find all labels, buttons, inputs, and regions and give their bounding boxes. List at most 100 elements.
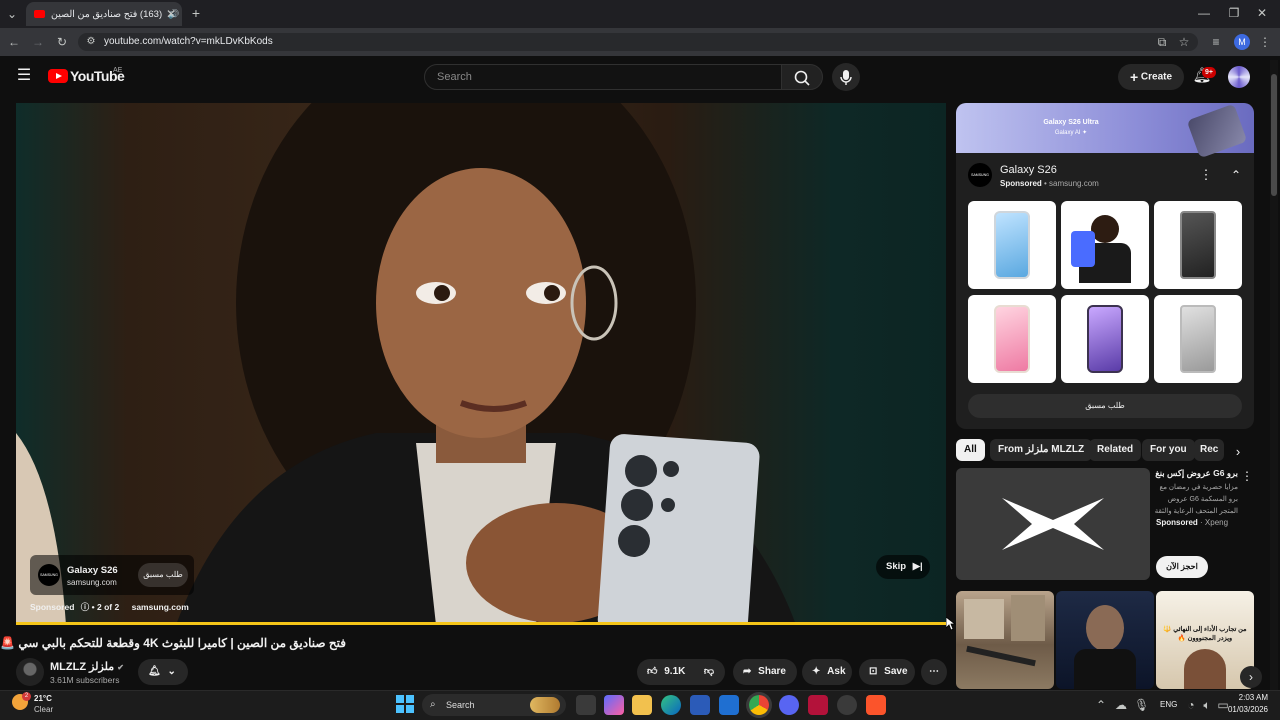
save-button[interactable]: ⊡ Save (859, 659, 915, 685)
companion-domain: • samsung.com (1044, 179, 1099, 188)
short-thumbnail[interactable] (1056, 591, 1154, 689)
channel-avatar[interactable] (16, 658, 44, 686)
copilot-icon[interactable] (604, 695, 624, 715)
browser-tab[interactable]: (163) فتح صناديق من الصين 🔊 (26, 2, 182, 26)
info-icon[interactable]: ⓘ (81, 602, 90, 612)
search-input[interactable]: Search (424, 64, 782, 90)
adobe-icon[interactable] (808, 695, 828, 715)
task-view-icon[interactable] (576, 695, 596, 715)
ad-sponsored-label: Sponsored (30, 602, 75, 612)
clock-time[interactable]: 2:03 AM (1226, 693, 1268, 702)
chip-related[interactable]: Related (1089, 439, 1142, 461)
shorts-next-icon[interactable]: › (1240, 666, 1262, 688)
companion-ad: Galaxy S26 Ultra Galaxy AI ✦ SAMSUNG Gal… (956, 103, 1254, 429)
bookmark-icon: ⊡ (869, 666, 878, 677)
thumbs-down-icon: 👎︎ (703, 666, 715, 677)
promo-thumbnail[interactable] (956, 468, 1150, 580)
wifi-icon[interactable]: ◔ (1184, 697, 1198, 713)
media-control-icon[interactable]: ≡ (1208, 34, 1224, 50)
file-explorer-icon[interactable] (632, 695, 652, 715)
product-tile[interactable] (968, 295, 1056, 383)
more-actions-button[interactable]: ⋯ (921, 659, 947, 685)
ask-button[interactable]: ✦ Ask (802, 659, 852, 685)
promo-brand: · Xpeng (1200, 518, 1229, 527)
taskbar-search-label: Search (446, 700, 475, 710)
scrollbar-thumb[interactable] (1271, 74, 1277, 196)
store-icon[interactable] (690, 695, 710, 715)
windows-start-icon[interactable] (396, 695, 414, 713)
forward-icon[interactable]: → (30, 34, 46, 50)
ad-preorder-button[interactable]: طلب مسبق (138, 563, 188, 587)
site-info-icon[interactable]: ⚙ (84, 34, 98, 50)
video-title: فتح صناديق من الصين | كاميرا للبثوث 4K و… (0, 636, 346, 650)
taskbar-search-icon: ⌕ (430, 699, 436, 710)
companion-title: Galaxy S26 (1000, 164, 1057, 176)
share-icon: ➦ (743, 666, 752, 677)
volume-icon[interactable]: 🔈︎ (1200, 697, 1214, 713)
ad-domain-link[interactable]: samsung.com (132, 602, 189, 612)
chip-all[interactable]: All (956, 439, 985, 461)
short-thumbnail[interactable] (956, 591, 1054, 689)
tab-search-icon[interactable]: ⌄ (4, 6, 20, 22)
skip-ad-button[interactable]: Skip ▶| (876, 555, 930, 579)
chevron-up-icon[interactable]: ⌃ (1226, 163, 1246, 187)
tray-mic-icon[interactable]: 🎙︎ (1134, 697, 1149, 713)
clock-date[interactable]: 01/03/2026 (1218, 705, 1268, 714)
companion-preorder-button[interactable]: طلب مسبق (968, 394, 1242, 418)
companion-banner[interactable]: Galaxy S26 Ultra Galaxy AI ✦ (956, 103, 1254, 159)
app-icon[interactable] (837, 695, 857, 715)
chip-from-channel[interactable]: From ملزلز MLZLZ (990, 439, 1093, 461)
window-close-icon[interactable]: ✕ (1254, 5, 1270, 21)
browser-menu-icon[interactable]: ⋮ (1258, 34, 1272, 50)
promo-book-button[interactable]: احجز الآن (1156, 556, 1208, 578)
back-icon[interactable]: ← (6, 34, 22, 50)
promo-more-icon[interactable]: ⋮ (1240, 464, 1254, 488)
chip-for-you[interactable]: For you (1142, 439, 1195, 461)
taskbar-search-box[interactable]: ⌕ Search (422, 694, 566, 716)
url-text[interactable]: youtube.com/watch?v=mkLDvKbKods (104, 36, 273, 47)
new-tab-icon[interactable]: + (188, 5, 204, 21)
promo-title[interactable]: برو G6 عروض إكس بنغ (1154, 468, 1238, 479)
chip-recent[interactable]: Rec (1194, 439, 1224, 461)
create-button[interactable]: + Create (1118, 64, 1184, 90)
tray-overflow-icon[interactable]: ⌃ (1094, 697, 1108, 713)
video-player[interactable]: SAMSUNG Galaxy S26 samsung.com طلب مسبق … (16, 103, 946, 625)
product-tile[interactable] (1061, 201, 1149, 289)
edge-icon[interactable] (661, 695, 681, 715)
bookmark-star-icon[interactable]: ☆ (1176, 34, 1192, 50)
input-language[interactable]: ENG (1160, 700, 1177, 709)
ad-overlay-card[interactable]: SAMSUNG Galaxy S26 samsung.com طلب مسبق (30, 555, 194, 595)
profile-avatar[interactable]: M (1234, 34, 1250, 50)
share-button[interactable]: ➦ Share (733, 659, 797, 685)
reload-icon[interactable]: ↻ (54, 34, 70, 50)
voice-search-button[interactable] (832, 63, 860, 91)
tab-close-icon[interactable]: ✕ (164, 6, 178, 22)
ad-advertiser: Galaxy S26 (67, 565, 118, 576)
tray-app-icon[interactable]: ☁ (1114, 697, 1128, 713)
dislike-button[interactable]: 👎︎ (693, 659, 725, 685)
install-app-icon[interactable]: ⧉ (1154, 34, 1170, 50)
menu-hamburger-icon[interactable]: ☰ (12, 64, 36, 88)
temperature[interactable]: 21°C (34, 694, 52, 703)
brave-icon[interactable] (866, 695, 886, 715)
chips-next-icon[interactable]: › (1228, 441, 1248, 463)
chrome-icon[interactable] (749, 695, 769, 715)
product-tile[interactable] (1154, 295, 1242, 383)
video-frame (16, 103, 796, 625)
sparkle-icon: ✦ (812, 666, 821, 677)
channel-name[interactable]: MLZLZ ملزلز ✔ (50, 660, 124, 673)
minimize-icon[interactable]: — (1196, 5, 1212, 21)
page-scrollbar[interactable] (1270, 60, 1278, 690)
youtube-logo-icon[interactable] (48, 69, 68, 83)
account-avatar[interactable] (1228, 66, 1250, 88)
product-tile[interactable] (968, 201, 1056, 289)
search-button[interactable] (781, 64, 823, 90)
subscription-bell-button[interactable]: 🔔︎ ⌄ (138, 659, 188, 685)
ad-progress-bar[interactable] (16, 622, 946, 625)
companion-more-icon[interactable]: ⋮ (1196, 163, 1216, 187)
discord-icon[interactable] (779, 695, 799, 715)
mail-icon[interactable] (719, 695, 739, 715)
restore-icon[interactable]: ❐ (1226, 5, 1242, 21)
product-tile[interactable] (1061, 295, 1149, 383)
product-tile[interactable] (1154, 201, 1242, 289)
